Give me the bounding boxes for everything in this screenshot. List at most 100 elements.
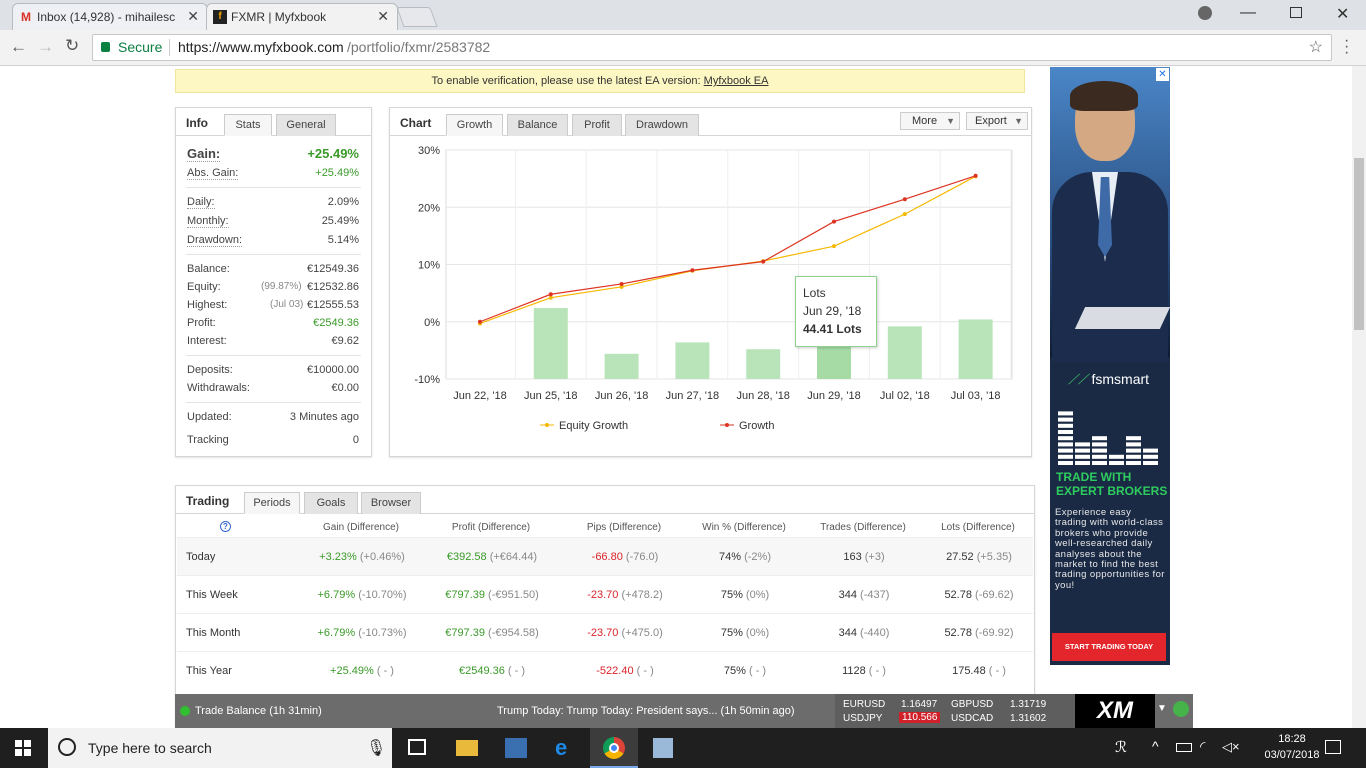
difference: (+€64.44) [489, 551, 538, 563]
x-tick-label: Jun 28, '18 [736, 390, 789, 402]
start-trading-button[interactable]: START TRADING TODAY [1052, 633, 1166, 661]
scrollbar-thumb[interactable] [1354, 158, 1364, 330]
minimize-icon[interactable]: — [1240, 4, 1256, 22]
page-scrollbar[interactable] [1352, 66, 1366, 728]
ad-banner[interactable]: ✕ ⟋⟋ fsmsmart TRADE WITH EXPERT BROKERS … [1050, 67, 1170, 665]
clock-date[interactable]: 03/07/2018 [1256, 749, 1328, 761]
microphone-icon[interactable]: 🎙 [366, 738, 386, 758]
ad-photo [1050, 67, 1170, 362]
difference: (-10.70%) [358, 589, 407, 601]
back-icon[interactable]: ← [10, 37, 27, 57]
tab-info[interactable]: Info [186, 116, 208, 130]
search-box[interactable]: Type here to search 🎙 [48, 728, 392, 768]
people-icon[interactable]: ℛ [1115, 738, 1127, 756]
ad-bar-block [1058, 442, 1073, 447]
gmail-icon: M [21, 10, 31, 24]
tab-gmail[interactable]: M Inbox (14,928) - mihailesc ✕ [12, 3, 208, 30]
notifications-icon[interactable] [1325, 740, 1341, 754]
value: 1128 [842, 665, 866, 677]
forward-icon[interactable]: → [37, 37, 54, 57]
chart-panel: Chart Growth Balance Profit Drawdown Mor… [389, 107, 1032, 457]
tab-drawdown[interactable]: Drawdown [625, 114, 699, 136]
tab-browser[interactable]: Browser [361, 492, 421, 514]
edge-icon[interactable]: e [555, 735, 567, 761]
ad-bar-block [1058, 430, 1073, 434]
tab-growth[interactable]: Growth [446, 114, 503, 136]
profile-icon[interactable] [1198, 6, 1212, 20]
series-point [973, 173, 978, 178]
news-item-trade-balance[interactable]: Trade Balance (1h 31min) [195, 705, 322, 717]
export-dropdown[interactable]: Export ▼ [966, 112, 1028, 130]
chevron-down-icon: ▼ [1014, 116, 1023, 126]
more-dropdown[interactable]: More ▼ [900, 112, 960, 130]
difference: (-69.62) [975, 589, 1014, 601]
news-item-trump[interactable]: Trump Today: Trump Today: President says… [497, 705, 795, 717]
series-point [619, 281, 624, 286]
tab-profit[interactable]: Profit [572, 114, 622, 136]
close-icon[interactable]: ✕ [187, 8, 199, 25]
header-gain: Gain (Difference) [323, 522, 399, 533]
clock-time[interactable]: 18:28 [1262, 733, 1322, 745]
menu-icon[interactable]: · · · [1344, 33, 1349, 61]
restore-icon[interactable] [1290, 7, 1302, 18]
cell-lots: 52.78 (-69.62) [909, 589, 1049, 601]
wifi-icon[interactable]: ◜ [1200, 738, 1205, 755]
x-tick-label: Jun 25, '18 [524, 390, 577, 402]
tab-periods[interactable]: Periods [244, 492, 300, 514]
period-label: This Year [186, 665, 232, 677]
ad-close-icon[interactable]: ✕ [1156, 68, 1169, 81]
battery-icon[interactable] [1176, 743, 1192, 752]
y-tick-label: -10% [414, 374, 440, 386]
value: -66.80 [591, 551, 623, 563]
tab-myfxbook[interactable]: f FXMR | Myfxbook ✕ [206, 3, 398, 30]
cell-pips: -66.80 (-76.0) [555, 551, 695, 563]
cell-pips: -23.70 (+478.2) [555, 589, 695, 601]
difference: ( - ) [507, 665, 526, 677]
tab-balance[interactable]: Balance [507, 114, 568, 136]
url-path: /portfolio/fxmr/2583782 [347, 39, 491, 55]
file-explorer-icon[interactable] [456, 740, 478, 756]
difference: ( - ) [868, 665, 886, 677]
difference: (0%) [745, 627, 770, 639]
series-point [548, 295, 553, 300]
myfxbook-ea-link[interactable]: Myfxbook EA [704, 75, 769, 87]
xm-logo[interactable]: XM [1075, 694, 1155, 728]
difference: (-€954.58) [488, 627, 539, 639]
lots-bar [887, 326, 922, 379]
chrome-taskbar-button[interactable] [590, 728, 638, 768]
new-tab-button[interactable] [396, 7, 438, 27]
tab-goals[interactable]: Goals [304, 492, 358, 514]
ad-bar-block [1075, 461, 1090, 465]
value: €2549.36 [458, 665, 505, 677]
tab-trading[interactable]: Trading [186, 494, 229, 508]
windows-start-icon[interactable] [15, 740, 31, 756]
close-icon[interactable]: ✕ [377, 8, 389, 25]
tab-general[interactable]: General [276, 114, 336, 136]
ad-bar-block [1058, 411, 1073, 416]
verification-notice: To enable verification, please use the l… [175, 69, 1025, 93]
address-bar[interactable]: Secure https://www.myfxbook.com /portfol… [92, 34, 1332, 61]
ad-bar-block [1058, 454, 1073, 459]
tab-stats[interactable]: Stats [224, 114, 272, 136]
value: 52.78 [944, 627, 972, 639]
ad-bar-block [1109, 454, 1124, 459]
tray-chevron-up-icon[interactable]: ^ [1152, 738, 1159, 754]
reload-icon[interactable]: ↻ [65, 36, 79, 56]
remote-desktop-icon[interactable] [505, 738, 527, 758]
volume-icon[interactable]: ◁× [1222, 739, 1240, 755]
task-view-icon[interactable] [408, 739, 426, 755]
value: 75% [720, 627, 743, 639]
help-icon[interactable]: ? [220, 521, 231, 532]
chevron-down-icon[interactable]: ▼ [1157, 703, 1167, 714]
y-tick-label: 0% [424, 317, 440, 329]
chat-icon[interactable] [1173, 701, 1189, 717]
cell-lots: 52.78 (-69.92) [909, 627, 1049, 639]
lots-bar [533, 308, 568, 379]
cell-profit: €392.58 (+€64.44) [422, 551, 562, 563]
x-tick-label: Jun 29, '18 [807, 390, 860, 402]
window-close-icon[interactable]: ✕ [1336, 4, 1349, 24]
table-row: This Year +25.49% ( - ) €2549.36 ( - ) -522… [177, 651, 1033, 689]
app-icon[interactable] [653, 738, 673, 758]
bookmark-star-icon[interactable]: ☆ [1309, 35, 1323, 60]
table-row: This Week +6.79% (-10.70%) €797.39 (-€951.… [177, 575, 1033, 613]
